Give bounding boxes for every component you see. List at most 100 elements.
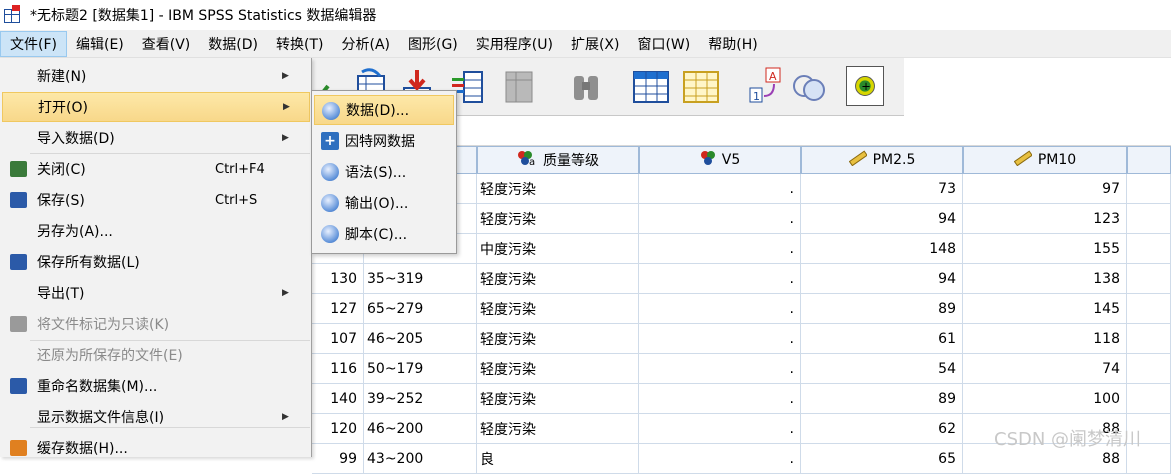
open-submenu-item[interactable]: 输出(O)... [314, 188, 454, 218]
table-cell[interactable] [1127, 204, 1171, 234]
table-cell[interactable]: . [639, 294, 801, 324]
file-menu-item[interactable]: 打开(O) ▶ [2, 92, 310, 122]
file-menu-item[interactable]: 导出(T) ▶ [2, 278, 310, 308]
table-cell[interactable]: 轻度污染 [477, 324, 639, 354]
value-labels-icon[interactable]: A1 [746, 66, 784, 106]
table-cell[interactable]: 61 [801, 324, 963, 354]
open-submenu-item[interactable]: + 因特网数据 [314, 126, 454, 156]
table-cell[interactable]: 50~179 [364, 354, 477, 384]
table-cell[interactable]: 127 [312, 294, 364, 324]
table-cell[interactable] [1127, 354, 1171, 384]
menu-view[interactable]: 查看(V) [133, 31, 200, 57]
table-cell[interactable]: . [639, 204, 801, 234]
column-header-pm10[interactable]: PM10 [963, 146, 1127, 174]
add-on-icon[interactable]: + [846, 66, 884, 106]
table-cell[interactable]: 97 [963, 174, 1127, 204]
menu-file[interactable]: 文件(F) [0, 30, 67, 57]
table-cell[interactable] [1127, 294, 1171, 324]
file-menu-item[interactable]: 保存所有数据(L) [2, 247, 310, 277]
table-cell[interactable]: 良 [477, 444, 639, 474]
table-cell[interactable]: 54 [801, 354, 963, 384]
table-cell[interactable]: . [639, 444, 801, 474]
open-submenu-item[interactable]: 数据(D)... [314, 95, 454, 125]
file-menu-item[interactable]: 缓存数据(H)... [2, 433, 310, 463]
column-header-pm25[interactable]: PM2.5 [801, 146, 963, 174]
table-cell[interactable]: 39~252 [364, 384, 477, 414]
table-cell[interactable]: 轻度污染 [477, 354, 639, 384]
table-cell[interactable]: 35~319 [364, 264, 477, 294]
column-header-quality-level[interactable]: a 质量等级 [477, 146, 639, 174]
table-cell[interactable]: 43~200 [364, 444, 477, 474]
table-cell[interactable]: 89 [801, 294, 963, 324]
menu-extensions[interactable]: 扩展(X) [562, 31, 629, 57]
table-cell[interactable]: 140 [312, 384, 364, 414]
table-cell[interactable]: 99 [312, 444, 364, 474]
table-cell[interactable]: 65 [801, 444, 963, 474]
table-cell[interactable]: 轻度污染 [477, 384, 639, 414]
open-submenu-item[interactable]: 语法(S)... [314, 157, 454, 187]
table-cell[interactable]: 94 [801, 204, 963, 234]
table-cell[interactable]: 145 [963, 294, 1127, 324]
table-cell[interactable]: 46~205 [364, 324, 477, 354]
use-sets-icon[interactable] [790, 66, 828, 106]
table-cell[interactable]: 148 [801, 234, 963, 264]
table-cell[interactable]: 123 [963, 204, 1127, 234]
file-menu-item[interactable]: 保存(S) Ctrl+S [2, 185, 310, 215]
menu-help[interactable]: 帮助(H) [699, 31, 766, 57]
menu-transform[interactable]: 转换(T) [267, 31, 332, 57]
menu-window[interactable]: 窗口(W) [628, 31, 699, 57]
file-menu-item[interactable]: 关闭(C) Ctrl+F4 [2, 154, 310, 184]
save-all-icon [10, 254, 27, 270]
insert-cases-icon[interactable] [632, 66, 670, 106]
table-cell[interactable]: 138 [963, 264, 1127, 294]
menu-analyze[interactable]: 分析(A) [332, 31, 399, 57]
table-cell[interactable]: 轻度污染 [477, 414, 639, 444]
table-cell[interactable]: 130 [312, 264, 364, 294]
table-cell[interactable]: 116 [312, 354, 364, 384]
column-header-next[interactable] [1127, 146, 1171, 174]
table-cell[interactable]: . [639, 414, 801, 444]
table-cell[interactable]: . [639, 234, 801, 264]
table-cell[interactable]: 118 [963, 324, 1127, 354]
table-cell[interactable]: 62 [801, 414, 963, 444]
menu-edit[interactable]: 编辑(E) [67, 31, 133, 57]
menu-data[interactable]: 数据(D) [199, 31, 267, 57]
table-cell[interactable]: 轻度污染 [477, 204, 639, 234]
table-cell[interactable]: 94 [801, 264, 963, 294]
file-menu-item[interactable]: 重命名数据集(M)... [2, 371, 310, 401]
table-cell[interactable]: 65~279 [364, 294, 477, 324]
table-cell[interactable]: . [639, 264, 801, 294]
find-icon[interactable] [502, 66, 540, 106]
table-cell[interactable]: 155 [963, 234, 1127, 264]
table-cell[interactable]: 74 [963, 354, 1127, 384]
open-submenu-item-label: 语法(S)... [345, 165, 407, 181]
file-menu-item[interactable]: 另存为(A)... [2, 216, 310, 246]
table-cell[interactable]: . [639, 324, 801, 354]
table-cell[interactable]: 73 [801, 174, 963, 204]
table-cell[interactable]: 轻度污染 [477, 294, 639, 324]
table-cell[interactable]: . [639, 384, 801, 414]
column-header-v5[interactable]: V5 [639, 146, 801, 174]
table-cell[interactable] [1127, 234, 1171, 264]
insert-variable-icon[interactable] [682, 66, 720, 106]
table-cell[interactable]: 89 [801, 384, 963, 414]
binoculars-icon[interactable] [568, 66, 606, 106]
table-cell[interactable]: 轻度污染 [477, 174, 639, 204]
table-cell[interactable]: 100 [963, 384, 1127, 414]
table-cell[interactable] [1127, 384, 1171, 414]
table-cell[interactable]: 轻度污染 [477, 264, 639, 294]
table-cell[interactable]: . [639, 354, 801, 384]
table-cell[interactable] [1127, 324, 1171, 354]
table-cell[interactable]: 46~200 [364, 414, 477, 444]
open-submenu-item[interactable]: 脚本(C)... [314, 219, 454, 249]
table-cell[interactable]: 107 [312, 324, 364, 354]
menu-utilities[interactable]: 实用程序(U) [467, 31, 562, 57]
table-cell[interactable]: 120 [312, 414, 364, 444]
table-cell[interactable] [1127, 264, 1171, 294]
file-menu-item[interactable]: 导入数据(D) ▶ [2, 123, 310, 153]
file-menu-item[interactable]: 新建(N) ▶ [2, 61, 310, 91]
table-cell[interactable]: 中度污染 [477, 234, 639, 264]
menu-graphs[interactable]: 图形(G) [399, 31, 467, 57]
table-cell[interactable] [1127, 174, 1171, 204]
table-cell[interactable]: . [639, 174, 801, 204]
